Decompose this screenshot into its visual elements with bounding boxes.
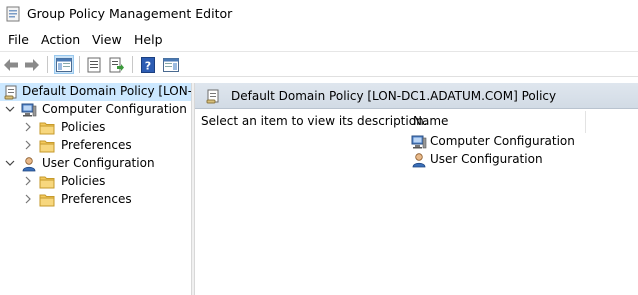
window-title: Group Policy Management Editor xyxy=(27,6,233,21)
title-bar: Group Policy Management Editor xyxy=(0,0,638,29)
tree-item-root-policy[interactable]: Default Domain Policy [LON-DC xyxy=(0,83,191,101)
list-item-computer-configuration[interactable]: Computer Configuration xyxy=(411,133,611,151)
chevron-down-icon[interactable] xyxy=(5,104,15,114)
forward-arrow-icon xyxy=(25,58,39,71)
svg-text:?: ? xyxy=(145,59,151,72)
show-hide-action-pane-button[interactable] xyxy=(161,55,181,74)
menu-bar: File Action View Help xyxy=(0,29,638,50)
menu-action[interactable]: Action xyxy=(40,32,81,47)
tree-item-user-policies[interactable]: Policies xyxy=(0,173,191,191)
show-hide-console-tree-button[interactable] xyxy=(54,55,74,74)
chevron-right-icon[interactable] xyxy=(23,140,33,150)
details-pane: Default Domain Policy [LON-DC1.ADATUM.CO… xyxy=(195,83,638,295)
menu-help[interactable]: Help xyxy=(133,32,164,47)
tree-item-label: Default Domain Policy [LON-DC xyxy=(22,84,191,98)
details-header-title: Default Domain Policy [LON-DC1.ADATUM.CO… xyxy=(231,89,557,103)
description-text: Select an item to view its description. xyxy=(201,114,428,128)
chevron-down-icon[interactable] xyxy=(5,158,15,168)
tree-item-computer-preferences[interactable]: Preferences xyxy=(0,137,191,155)
chevron-right-icon[interactable] xyxy=(23,176,33,186)
computer-icon xyxy=(21,103,37,117)
show-hide-console-tree-icon xyxy=(56,57,72,72)
properties-button[interactable] xyxy=(84,55,104,74)
menu-file[interactable]: File xyxy=(7,32,30,47)
column-header-label: Name xyxy=(413,114,449,128)
properties-icon xyxy=(87,57,101,72)
tree-item-label: Policies xyxy=(61,120,106,134)
details-header: Default Domain Policy [LON-DC1.ADATUM.CO… xyxy=(195,83,638,109)
toolbar: ? xyxy=(0,51,638,77)
toolbar-separator xyxy=(47,56,48,73)
policy-scroll-icon xyxy=(4,85,17,100)
user-icon xyxy=(412,153,426,168)
export-list-icon xyxy=(109,57,124,72)
folder-icon xyxy=(39,140,55,153)
folder-icon xyxy=(39,122,55,135)
list-item-label: Computer Configuration xyxy=(430,134,575,148)
tree-item-label: Preferences xyxy=(61,138,132,152)
forward-button[interactable] xyxy=(22,55,42,74)
list-item-user-configuration[interactable]: User Configuration xyxy=(411,151,611,169)
tree-item-user-preferences[interactable]: Preferences xyxy=(0,191,191,209)
tree-item-computer-configuration[interactable]: Computer Configuration xyxy=(0,101,191,119)
computer-icon xyxy=(411,135,427,149)
toolbar-separator xyxy=(79,56,80,73)
tree-item-user-configuration[interactable]: User Configuration xyxy=(0,155,191,173)
policy-scroll-icon xyxy=(206,89,219,104)
chevron-right-icon[interactable] xyxy=(23,194,33,204)
folder-icon xyxy=(39,194,55,207)
tree-item-computer-policies[interactable]: Policies xyxy=(0,119,191,137)
user-icon xyxy=(22,157,36,172)
tree-item-label: Computer Configuration xyxy=(42,102,187,116)
show-hide-action-pane-icon xyxy=(163,57,179,72)
folder-icon xyxy=(39,176,55,189)
toolbar-separator xyxy=(132,56,133,73)
tree-item-label: Policies xyxy=(61,174,106,188)
tree-item-label: User Configuration xyxy=(42,156,155,170)
help-button[interactable]: ? xyxy=(138,55,158,74)
export-list-button[interactable] xyxy=(107,55,127,74)
list-item-label: User Configuration xyxy=(430,152,543,166)
menu-view[interactable]: View xyxy=(91,32,123,47)
console-tree: Default Domain Policy [LON-DC Computer C… xyxy=(0,83,191,295)
back-arrow-icon xyxy=(4,58,18,71)
tree-item-label: Preferences xyxy=(61,192,132,206)
column-header-name[interactable]: Name xyxy=(409,111,586,133)
chevron-right-icon[interactable] xyxy=(23,122,33,132)
help-icon: ? xyxy=(141,56,155,73)
back-button[interactable] xyxy=(1,55,21,74)
gpo-editor-icon xyxy=(6,6,20,22)
